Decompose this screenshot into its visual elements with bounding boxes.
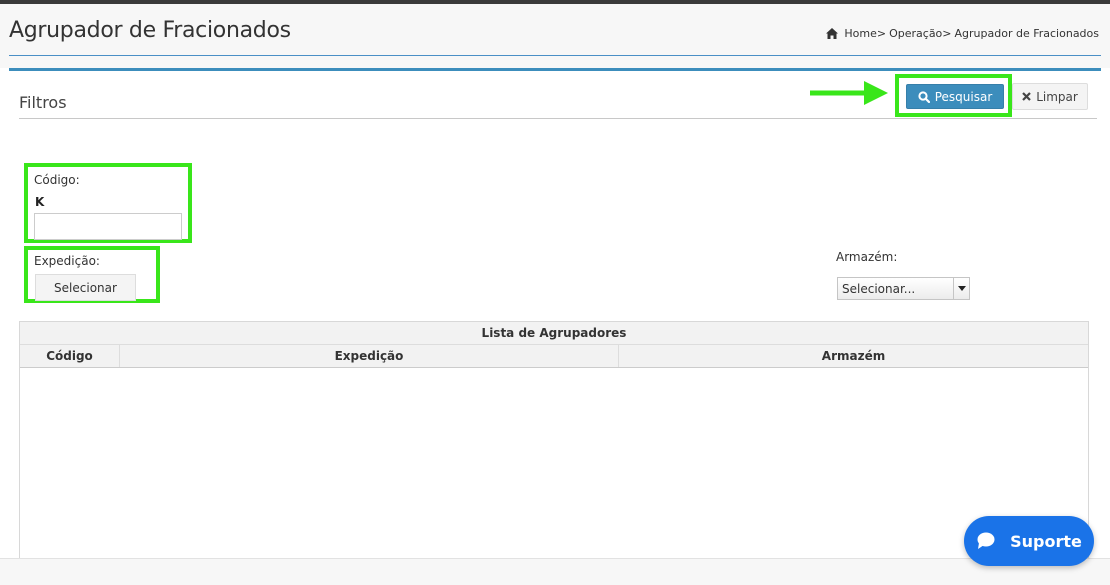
support-button-label: Suporte xyxy=(1010,531,1082,551)
armazem-dropdown[interactable]: Selecionar... xyxy=(837,277,970,300)
table-caption: Lista de Agrupadores xyxy=(20,322,1088,345)
armazem-label: Armazém: xyxy=(836,250,898,264)
column-header-armazem[interactable]: Armazém xyxy=(619,345,1088,367)
breadcrumb-operacao[interactable]: Operação> xyxy=(889,27,951,40)
support-button[interactable]: Suporte xyxy=(964,516,1094,566)
page-header: Agrupador de Fracionados Home> Operação>… xyxy=(0,4,1110,68)
clear-button-label: Limpar xyxy=(1036,89,1078,104)
codigo-value: K xyxy=(35,195,45,209)
expedicao-field-highlight: Expedição: Selecionar xyxy=(24,246,160,303)
codigo-label: Código: xyxy=(34,173,80,187)
arrow-annotation-icon xyxy=(810,81,888,105)
armazem-dropdown-toggle[interactable] xyxy=(953,278,969,299)
search-button-label: Pesquisar xyxy=(934,89,993,104)
expedicao-label: Expedição: xyxy=(34,254,100,268)
filters-title: Filtros xyxy=(19,93,67,112)
close-icon xyxy=(1022,92,1031,101)
armazem-selected-value: Selecionar... xyxy=(842,282,916,296)
breadcrumb: Home> Operação> Agrupador de Fracionados xyxy=(826,27,1099,40)
header-divider xyxy=(9,55,1101,56)
page-title: Agrupador de Fracionados xyxy=(9,18,291,43)
caret-down-icon xyxy=(957,286,966,291)
breadcrumb-current: Agrupador de Fracionados xyxy=(954,27,1099,40)
filters-panel: Filtros Pesquisar Limpar Código: K Exped… xyxy=(9,68,1101,568)
breadcrumb-home[interactable]: Home> xyxy=(844,27,886,40)
column-header-expedicao[interactable]: Expedição xyxy=(120,345,619,367)
search-button-highlight: Pesquisar xyxy=(895,74,1012,117)
codigo-field-highlight: Código: K xyxy=(24,163,192,243)
search-button[interactable]: Pesquisar xyxy=(906,84,1004,109)
search-icon xyxy=(918,90,930,103)
footer-bar xyxy=(0,558,1110,585)
table-header: Código Expedição Armazém xyxy=(20,345,1088,368)
expedicao-select-button[interactable]: Selecionar xyxy=(35,274,136,301)
column-header-codigo[interactable]: Código xyxy=(20,345,120,367)
filters-divider xyxy=(19,118,1097,119)
clear-button[interactable]: Limpar xyxy=(1012,83,1088,110)
chat-bubble-icon xyxy=(977,532,995,549)
codigo-input[interactable] xyxy=(34,213,182,240)
home-icon[interactable] xyxy=(826,28,839,39)
agrupadores-table: Lista de Agrupadores Código Expedição Ar… xyxy=(19,321,1089,561)
